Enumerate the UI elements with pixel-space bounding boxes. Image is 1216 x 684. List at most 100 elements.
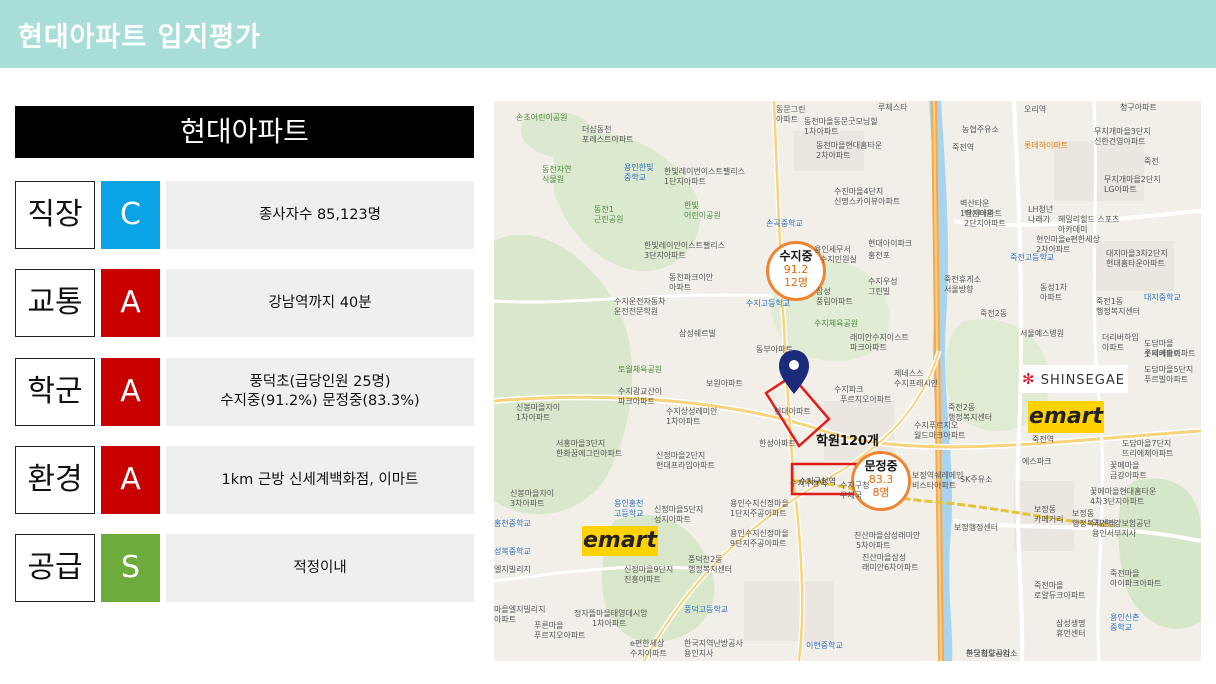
map-place-label: LH청년	[1028, 205, 1054, 214]
map-apartment-label: 현대아파트	[774, 407, 811, 416]
map-place-label: 용인지사	[684, 649, 714, 658]
map-place-label: 푸르지오아파트	[534, 631, 586, 640]
evaluation-row: 학군 A 풍덕초(급당인원 25명) 수지중(91.2%) 문정중(83.3%)	[15, 358, 474, 426]
map-place-label: 현대홈타운아파트	[1106, 259, 1165, 268]
header-bar: 현대아파트 입지평가	[0, 0, 1216, 68]
map-place-label: 금강아파트	[1110, 471, 1147, 480]
map-place-label: 수지우성	[868, 277, 898, 286]
emart-logo-right: emart	[1028, 401, 1104, 433]
map-place-label: 수지고등학교	[746, 299, 791, 308]
map-place-label: 진흥아파트	[624, 575, 661, 584]
map-place-label: 이현중학교	[806, 641, 843, 650]
map-place-label: 보정행정센터	[954, 523, 999, 532]
map-place-label: 서울방향	[944, 285, 974, 294]
map-place-label: 죽전2동	[980, 309, 1008, 318]
map-place-label: 고등학교	[614, 509, 644, 518]
map-place-label: 루체스타	[878, 103, 908, 112]
emart-logo-left: emart	[582, 526, 658, 556]
map-place-label: 푸른마을	[534, 621, 564, 630]
map-place-label: 삼성쉐르빌	[679, 329, 716, 338]
location-map[interactable]: 현대아파트 수지구청역 학원120개 수지중 91.2 12명 문정중 83.3…	[494, 101, 1201, 661]
map-place-label: 죽전휴게소	[944, 275, 981, 284]
map-place-label: 용인서부지사	[1092, 529, 1137, 538]
map-place-label: 진산마을삼성래미안	[854, 531, 921, 540]
map-place-label: 오리역	[1024, 105, 1047, 114]
map-place-label: 행정복지센터	[1096, 307, 1141, 316]
map-place-label: 수지아파트	[630, 649, 667, 658]
map-place-label: 마을엘지빌리지	[494, 605, 546, 614]
category-label: 환경	[15, 446, 95, 514]
map-place-label: 벽산타운	[964, 209, 994, 218]
map-place-label: 엘지빌리지	[494, 565, 531, 574]
description-line: 강남역까지 40분	[268, 294, 372, 311]
map-place-label: 벽산타운	[960, 199, 990, 208]
map-place-label: 국민건강보험공단	[1092, 519, 1151, 528]
map-place-label: 한화꿈에그린아파트	[556, 449, 623, 458]
map-place-label: 한빛레이번이스트팰리스	[664, 167, 745, 176]
map-place-label: 동천마을현대홈타운	[816, 141, 883, 150]
map-place-label: 수지광교산이	[618, 387, 663, 396]
map-place-label: 풍덕고등학교	[684, 605, 729, 614]
map-place-label: 롯데하이마트	[1024, 141, 1069, 150]
map-place-label: 헤밀리힐드 스포츠	[1058, 215, 1120, 224]
map-place-label: 삼성	[816, 287, 831, 296]
map-place-label: 수지아파트	[1144, 349, 1181, 358]
map-place-label: 식물원	[542, 175, 565, 184]
map-place-label: SK주유소	[960, 475, 993, 484]
map-place-label: 한국지역난방공사	[684, 639, 743, 648]
map-place-label: 서홍마을3단지	[556, 439, 606, 448]
grade-badge: A	[101, 446, 160, 514]
map-place-label: 수진마을4단지	[834, 187, 884, 196]
map-place-label: 청구아파트	[1120, 103, 1157, 112]
academy-count-label: 학원120개	[816, 434, 880, 449]
category-label: 학군	[15, 358, 95, 426]
map-place-label: 죽전마을	[1034, 581, 1064, 590]
map-place-label: 행정복지센터	[688, 565, 733, 574]
map-place-label: 대지마을3차2단지	[1106, 249, 1168, 258]
map-place-label: 파크아파트	[850, 343, 887, 352]
evaluation-description: 종사자수 85,123명	[166, 181, 474, 249]
map-place-label: 에스파크	[1022, 457, 1052, 466]
map-place-label: 분당차량사업소	[966, 649, 1018, 658]
map-place-label: 삼성생명	[1056, 619, 1086, 628]
map-place-label: 성지아파트	[654, 515, 691, 524]
map-place-label: 1차아파트	[516, 413, 551, 422]
map-place-label: 손곡중학교	[766, 219, 803, 228]
map-place-label: 수지프레시안	[894, 379, 939, 388]
evaluation-description: 풍덕초(급당인원 25명) 수지중(91.2%) 문정중(83.3%)	[166, 358, 474, 426]
map-place-label: 보정동	[1072, 509, 1095, 518]
map-place-label: 1단지아파트	[664, 177, 706, 186]
evaluation-row: 직장 C 종사자수 85,123명	[15, 181, 474, 249]
evaluation-row: 교통 A 강남역까지 40분	[15, 269, 474, 337]
map-place-label: 도담마을5단지	[1144, 365, 1194, 374]
school-name: 문정중	[864, 459, 898, 473]
map-place-label: 더샵동천	[582, 125, 612, 134]
map-place-label: 아카데미	[1058, 225, 1088, 234]
map-place-label: 꽃메마을현대홈타운	[1090, 487, 1157, 496]
map-place-label: 수지구청역	[790, 479, 827, 488]
map-place-label: 나래가	[1028, 215, 1051, 224]
map-place-label: 한빛	[684, 201, 699, 210]
map-place-label: 카페거리	[1034, 515, 1064, 524]
map-place-label: 동천자연	[542, 165, 572, 174]
school-score: 91.2	[783, 263, 809, 276]
map-place-label: 보정동	[1034, 505, 1057, 514]
map-place-label: 홍천중학교	[494, 519, 531, 528]
map-place-label: 운전전문학원	[614, 307, 659, 316]
map-place-label: 수지푸르지오	[914, 421, 959, 430]
category-label: 직장	[15, 181, 95, 249]
map-place-label: 수지운전자동차	[614, 297, 666, 306]
subject-title: 현대아파트	[15, 106, 474, 158]
map-place-label: 3차아파트	[510, 499, 545, 508]
map-place-label: e편한세상	[630, 639, 665, 648]
map-place-label: 1차아파트	[666, 417, 701, 426]
map-place-label: 수지상성레미안	[666, 407, 718, 416]
grade-badge: A	[101, 269, 160, 337]
map-place-label: 신봉마을자이	[510, 489, 555, 498]
map-place-label: 동성1차	[1040, 283, 1068, 292]
map-place-label: 한성아파트	[759, 439, 796, 448]
map-place-label: 2차아파트	[816, 151, 851, 160]
map-place-label: 로얄듀크아파트	[1034, 591, 1086, 600]
map-place-label: 우체국	[840, 491, 863, 500]
map-place-label: 신정마을9단지	[624, 565, 674, 574]
